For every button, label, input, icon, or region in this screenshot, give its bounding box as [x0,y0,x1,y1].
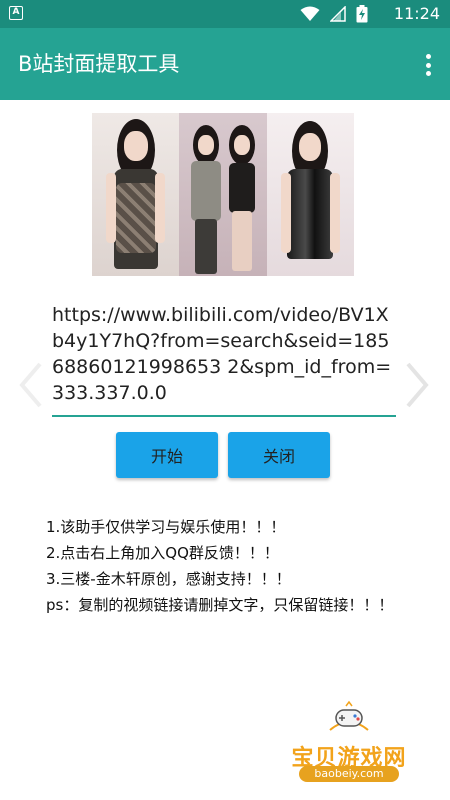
notes-list: 1.该助手仅供学习与娱乐使用！！！ 2.点击右上角加入QQ群反馈！！！ 3.三楼… [46,514,406,616]
note-2: 2.点击右上角加入QQ群反馈！！！ [46,544,279,562]
watermark: 宝贝游戏网 baobeiy.com [274,700,424,786]
cover-image [92,113,354,276]
app-title: B站封面提取工具 [18,52,180,76]
watermark-url: baobeiy.com [299,766,399,782]
wifi-icon [300,6,320,21]
cover-panel [266,113,354,276]
video-url-input[interactable]: https://www.bilibili.com/video/BV1Xb4y1Y… [52,302,396,417]
a-notification-icon: A [9,6,23,20]
start-button[interactable]: 开始 [116,432,218,478]
cover-panel [92,113,180,276]
chevron-right-icon[interactable] [402,360,432,410]
gamepad-logo-icon [329,700,369,731]
more-vertical-icon[interactable] [418,52,438,78]
note-ps: ps：复制的视频链接请删掉文字，只保留链接！！！ [46,596,394,614]
note-1: 1.该助手仅供学习与娱乐使用！！！ [46,518,286,536]
close-button[interactable]: 关闭 [228,432,330,478]
clock: 11:24 [393,4,440,23]
app-bar: B站封面提取工具 [0,28,450,100]
battery-icon [356,5,368,23]
video-url-value: https://www.bilibili.com/video/BV1Xb4y1Y… [52,304,392,404]
chevron-left-icon[interactable] [16,360,46,410]
signal-icon [330,6,346,22]
cover-panel [179,113,267,276]
status-icons [300,5,368,23]
status-bar: A 11:24 [0,0,450,28]
note-3: 3.三楼-金木轩原创，感谢支持！！！ [46,570,291,588]
